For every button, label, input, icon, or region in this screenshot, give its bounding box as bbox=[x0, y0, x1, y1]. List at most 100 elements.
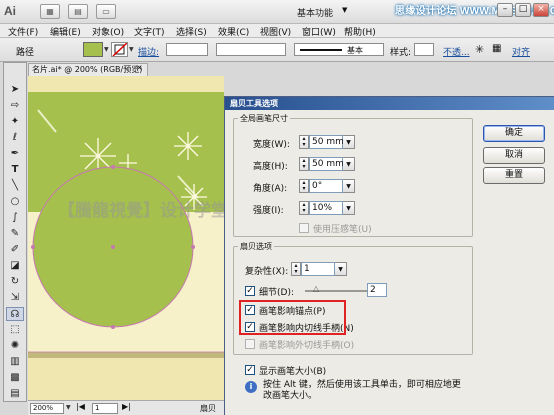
page-field[interactable]: 1 bbox=[92, 403, 118, 414]
pressure-pen-checkbox[interactable] bbox=[299, 223, 309, 233]
lasso-tool-icon[interactable]: ℓ bbox=[6, 131, 24, 145]
chevron-down-icon[interactable]: ▼ bbox=[66, 404, 71, 411]
symbol-sprayer-tool-icon[interactable]: ✺ bbox=[6, 339, 24, 353]
zoom-field[interactable]: 200% bbox=[30, 403, 64, 414]
mesh-tool-icon[interactable]: ▩ bbox=[6, 371, 24, 385]
height-label: 高度(H): bbox=[253, 162, 288, 172]
scallop-tool-icon[interactable]: ☊ bbox=[6, 307, 24, 321]
eraser-tool-icon[interactable]: ◪ bbox=[6, 259, 24, 273]
chevron-down-icon[interactable]: ▼ bbox=[342, 6, 347, 14]
gradient-tool-icon[interactable]: ▤ bbox=[6, 387, 24, 401]
status-current-tool: 扇贝 bbox=[200, 404, 216, 413]
no-stroke-icon bbox=[112, 42, 128, 57]
menu-type[interactable]: 文字(T) bbox=[134, 25, 165, 38]
intensity-stepper[interactable]: ▴ ▾ bbox=[299, 201, 309, 215]
chevron-down-icon[interactable]: ▼ bbox=[343, 179, 355, 193]
detail-checkbox[interactable]: ✓ bbox=[245, 286, 255, 296]
graphic-style-swatch[interactable] bbox=[414, 43, 434, 56]
complexity-field[interactable]: 1 bbox=[301, 262, 335, 276]
chevron-down-icon[interactable]: ▼ bbox=[129, 46, 134, 53]
brush-size-group: 全局画笔尺寸 bbox=[233, 113, 473, 237]
magic-wand-tool-icon[interactable]: ✦ bbox=[6, 115, 24, 129]
tools-panel: ➤ ⇨ ✦ ℓ ✒ T ╲ ○ ∫ ✎ ✐ ◪ ↻ ⇲ ☊ ⬚ ✺ ▥ ▩ ▤ bbox=[3, 62, 27, 402]
detail-slider-thumb[interactable]: △ bbox=[313, 284, 319, 293]
menu-select[interactable]: 选择(S) bbox=[176, 25, 207, 38]
minimize-button[interactable]: – bbox=[497, 3, 513, 17]
stroke-link[interactable]: 描边: bbox=[138, 45, 159, 58]
artboard-canvas[interactable]: 【騰龍視覺】设计学堂 YY 频道 ID：80101 bbox=[28, 76, 224, 400]
fill-swatch[interactable] bbox=[83, 42, 103, 57]
direct-selection-tool-icon[interactable]: ⇨ bbox=[6, 99, 24, 113]
ok-button[interactable]: 确定 bbox=[483, 125, 545, 142]
line-tool-icon[interactable]: ╲ bbox=[6, 179, 24, 193]
out-tangent-label: 画笔影响外切线手柄(O) bbox=[259, 341, 355, 351]
opacity-link[interactable]: 不透... bbox=[443, 45, 470, 58]
menu-window[interactable]: 窗口(W) bbox=[302, 25, 336, 38]
menu-edit[interactable]: 编辑(E) bbox=[50, 25, 81, 38]
brush-definition-field[interactable]: 基本 bbox=[294, 43, 384, 56]
out-tangent-checkbox[interactable] bbox=[245, 339, 255, 349]
close-icon[interactable]: × bbox=[136, 63, 143, 72]
type-tool-icon[interactable]: T bbox=[6, 163, 24, 177]
intensity-field[interactable]: 10% bbox=[309, 201, 343, 215]
variable-width-field[interactable] bbox=[216, 43, 286, 56]
menu-object[interactable]: 对象(O) bbox=[92, 25, 124, 38]
document-tab[interactable]: 名片.ai* @ 200% (RGB/预览) bbox=[28, 63, 148, 76]
chevron-down-icon[interactable]: ▼ bbox=[335, 262, 347, 276]
cancel-button[interactable]: 取消 bbox=[483, 147, 545, 164]
ellipse-tool-icon[interactable]: ○ bbox=[6, 195, 24, 209]
complexity-stepper[interactable]: ▴ ▾ bbox=[291, 262, 301, 276]
angle-field[interactable]: 0° bbox=[309, 179, 343, 193]
width-label: 宽度(W): bbox=[253, 140, 290, 150]
hint-text: 按住 Alt 键，然后使用该工具单击，即可相应地更改画笔大小。 bbox=[263, 380, 461, 401]
dialog-title: 扇贝工具选项 bbox=[225, 97, 554, 110]
graph-tool-icon[interactable]: ▥ bbox=[6, 355, 24, 369]
angle-stepper[interactable]: ▴ ▾ bbox=[299, 179, 309, 193]
screen-mode-icon[interactable]: ▭ bbox=[96, 4, 116, 19]
menu-file[interactable]: 文件(F) bbox=[8, 25, 38, 38]
maximize-button[interactable]: □ bbox=[515, 3, 531, 17]
menu-help[interactable]: 帮助(H) bbox=[344, 25, 376, 38]
width-field[interactable]: 50 mm bbox=[309, 135, 344, 149]
blob-brush-tool-icon[interactable]: ✐ bbox=[6, 243, 24, 257]
next-page-icon[interactable]: ▶| bbox=[122, 402, 131, 411]
artwork bbox=[28, 76, 224, 400]
align-link[interactable]: 对齐 bbox=[512, 45, 530, 58]
reset-button[interactable]: 重置 bbox=[483, 167, 545, 184]
scale-tool-icon[interactable]: ⇲ bbox=[6, 291, 24, 305]
angle-label: 角度(A): bbox=[253, 184, 288, 194]
arrange-documents-icon[interactable]: ▤ bbox=[68, 4, 88, 19]
pencil-tool-icon[interactable]: ✎ bbox=[6, 227, 24, 241]
grid-icon[interactable]: ▦ bbox=[492, 43, 501, 54]
canvas-watermark: 【騰龍視覺】设计学堂 YY 频道 ID：80101 bbox=[58, 201, 224, 221]
menu-effect[interactable]: 效果(C) bbox=[218, 25, 249, 38]
annotation-highlight-box bbox=[239, 300, 346, 335]
bridge-icon[interactable]: ▦ bbox=[40, 4, 60, 19]
chevron-down-icon[interactable]: ▼ bbox=[343, 201, 355, 215]
chevron-down-icon[interactable]: ▼ bbox=[104, 46, 109, 53]
show-brush-size-checkbox[interactable]: ✓ bbox=[245, 365, 255, 375]
free-transform-tool-icon[interactable]: ⬚ bbox=[6, 323, 24, 337]
height-stepper[interactable]: ▴ ▾ bbox=[299, 157, 309, 171]
stroke-style-label: 基本 bbox=[347, 46, 363, 55]
pen-tool-icon[interactable]: ✒ bbox=[6, 147, 24, 161]
paintbrush-tool-icon[interactable]: ∫ bbox=[6, 211, 24, 225]
info-icon: i bbox=[245, 381, 257, 393]
menu-bar: 文件(F) 编辑(E) 对象(O) 文字(T) 选择(S) 效果(C) 视图(V… bbox=[0, 24, 554, 38]
intensity-label: 强度(I): bbox=[253, 206, 284, 216]
stroke-swatch[interactable] bbox=[111, 42, 128, 57]
height-field[interactable]: 50 mm bbox=[309, 157, 344, 171]
menu-view[interactable]: 视图(V) bbox=[260, 25, 291, 38]
chevron-down-icon[interactable]: ▼ bbox=[343, 135, 355, 149]
chevron-down-icon[interactable]: ▼ bbox=[343, 157, 355, 171]
rotate-tool-icon[interactable]: ↻ bbox=[6, 275, 24, 289]
close-button[interactable]: × bbox=[533, 3, 549, 17]
stroke-weight-field[interactable] bbox=[166, 43, 208, 56]
first-page-icon[interactable]: |◀ bbox=[76, 402, 85, 411]
selection-tool-icon[interactable]: ➤ bbox=[6, 83, 24, 97]
width-stepper[interactable]: ▴ ▾ bbox=[299, 135, 309, 149]
detail-field[interactable]: 2 bbox=[367, 283, 387, 297]
control-bar: 路径 ▼ ▼ 描边: 基本 样式: 不透... ✳ ▦ 对齐 bbox=[0, 38, 554, 62]
recolor-icon[interactable]: ✳ bbox=[475, 43, 484, 56]
workspace-switcher[interactable]: 基本功能 bbox=[297, 6, 333, 19]
